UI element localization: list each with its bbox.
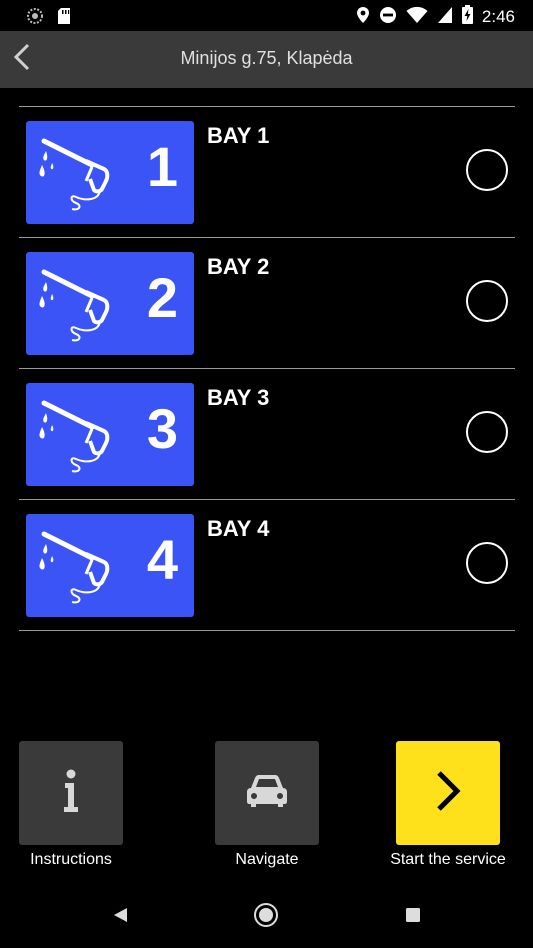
instructions-button[interactable]: Instructions bbox=[1, 741, 141, 869]
pressure-washer-icon bbox=[39, 269, 110, 342]
app-header: Minijos g.75, Klapėda bbox=[0, 31, 533, 88]
status-time: 2:46 bbox=[481, 7, 515, 26]
bay-name: BAY 4 bbox=[207, 516, 270, 541]
bay-row-4[interactable]: 4 BAY 4 bbox=[19, 500, 515, 630]
nav-recents-button[interactable] bbox=[399, 903, 427, 931]
status-bar: 2:46 bbox=[0, 0, 533, 31]
action-bar: Instructions Navigate Start the service bbox=[0, 741, 533, 871]
location-icon bbox=[356, 6, 370, 29]
divider bbox=[19, 630, 515, 631]
bay-number: 2 bbox=[146, 266, 178, 329]
bay-row-1[interactable]: 1 BAY 1 bbox=[19, 107, 515, 237]
start-service-label: Start the service bbox=[390, 851, 506, 868]
pressure-washer-icon bbox=[39, 531, 110, 604]
info-icon bbox=[61, 769, 81, 818]
bay-number: 3 bbox=[146, 397, 178, 460]
bay-tile: 4 bbox=[26, 514, 194, 617]
nav-home-button[interactable] bbox=[252, 902, 280, 933]
bay-list: 1 BAY 1 2 BAY 2 3 BAY 3 4 BAY 4 bbox=[19, 106, 515, 631]
signal-icon bbox=[437, 6, 453, 29]
chevron-right-icon bbox=[434, 769, 462, 818]
bay-name: BAY 2 bbox=[207, 254, 270, 279]
nav-back-button[interactable] bbox=[106, 903, 134, 931]
instructions-tile bbox=[19, 741, 123, 845]
start-service-button[interactable]: Start the service bbox=[378, 741, 518, 869]
bay-name: BAY 1 bbox=[207, 123, 270, 148]
bay-row-2[interactable]: 2 BAY 2 bbox=[19, 238, 515, 368]
navigate-tile bbox=[215, 741, 319, 845]
car-icon bbox=[246, 774, 288, 813]
sd-card-icon bbox=[57, 7, 71, 30]
bay-tile: 1 bbox=[26, 121, 194, 224]
page-title: Minijos g.75, Klapėda bbox=[180, 48, 353, 68]
pressure-washer-icon bbox=[39, 138, 110, 211]
bay-number: 1 bbox=[146, 135, 178, 198]
start-service-tile bbox=[396, 741, 500, 845]
instructions-label: Instructions bbox=[30, 851, 112, 868]
wifi-icon bbox=[406, 6, 428, 29]
battery-charging-icon bbox=[461, 5, 473, 29]
app-notification-icon bbox=[26, 7, 44, 30]
bay-name: BAY 3 bbox=[207, 385, 270, 410]
bay-row-3[interactable]: 3 BAY 3 bbox=[19, 369, 515, 499]
bay-radio[interactable] bbox=[466, 280, 508, 322]
bay-tile: 2 bbox=[26, 252, 194, 355]
do-not-disturb-icon bbox=[379, 6, 397, 29]
navigate-button[interactable]: Navigate bbox=[197, 741, 337, 869]
navigate-label: Navigate bbox=[235, 851, 299, 868]
pressure-washer-icon bbox=[39, 400, 110, 473]
bay-radio[interactable] bbox=[466, 542, 508, 584]
recents-square-icon bbox=[405, 907, 421, 928]
back-triangle-icon bbox=[111, 906, 129, 929]
bay-radio[interactable] bbox=[466, 149, 508, 191]
bay-radio[interactable] bbox=[466, 411, 508, 453]
system-nav-bar bbox=[0, 885, 533, 948]
bay-number: 4 bbox=[146, 528, 178, 591]
home-circle-icon bbox=[253, 902, 279, 933]
bay-tile: 3 bbox=[26, 383, 194, 486]
